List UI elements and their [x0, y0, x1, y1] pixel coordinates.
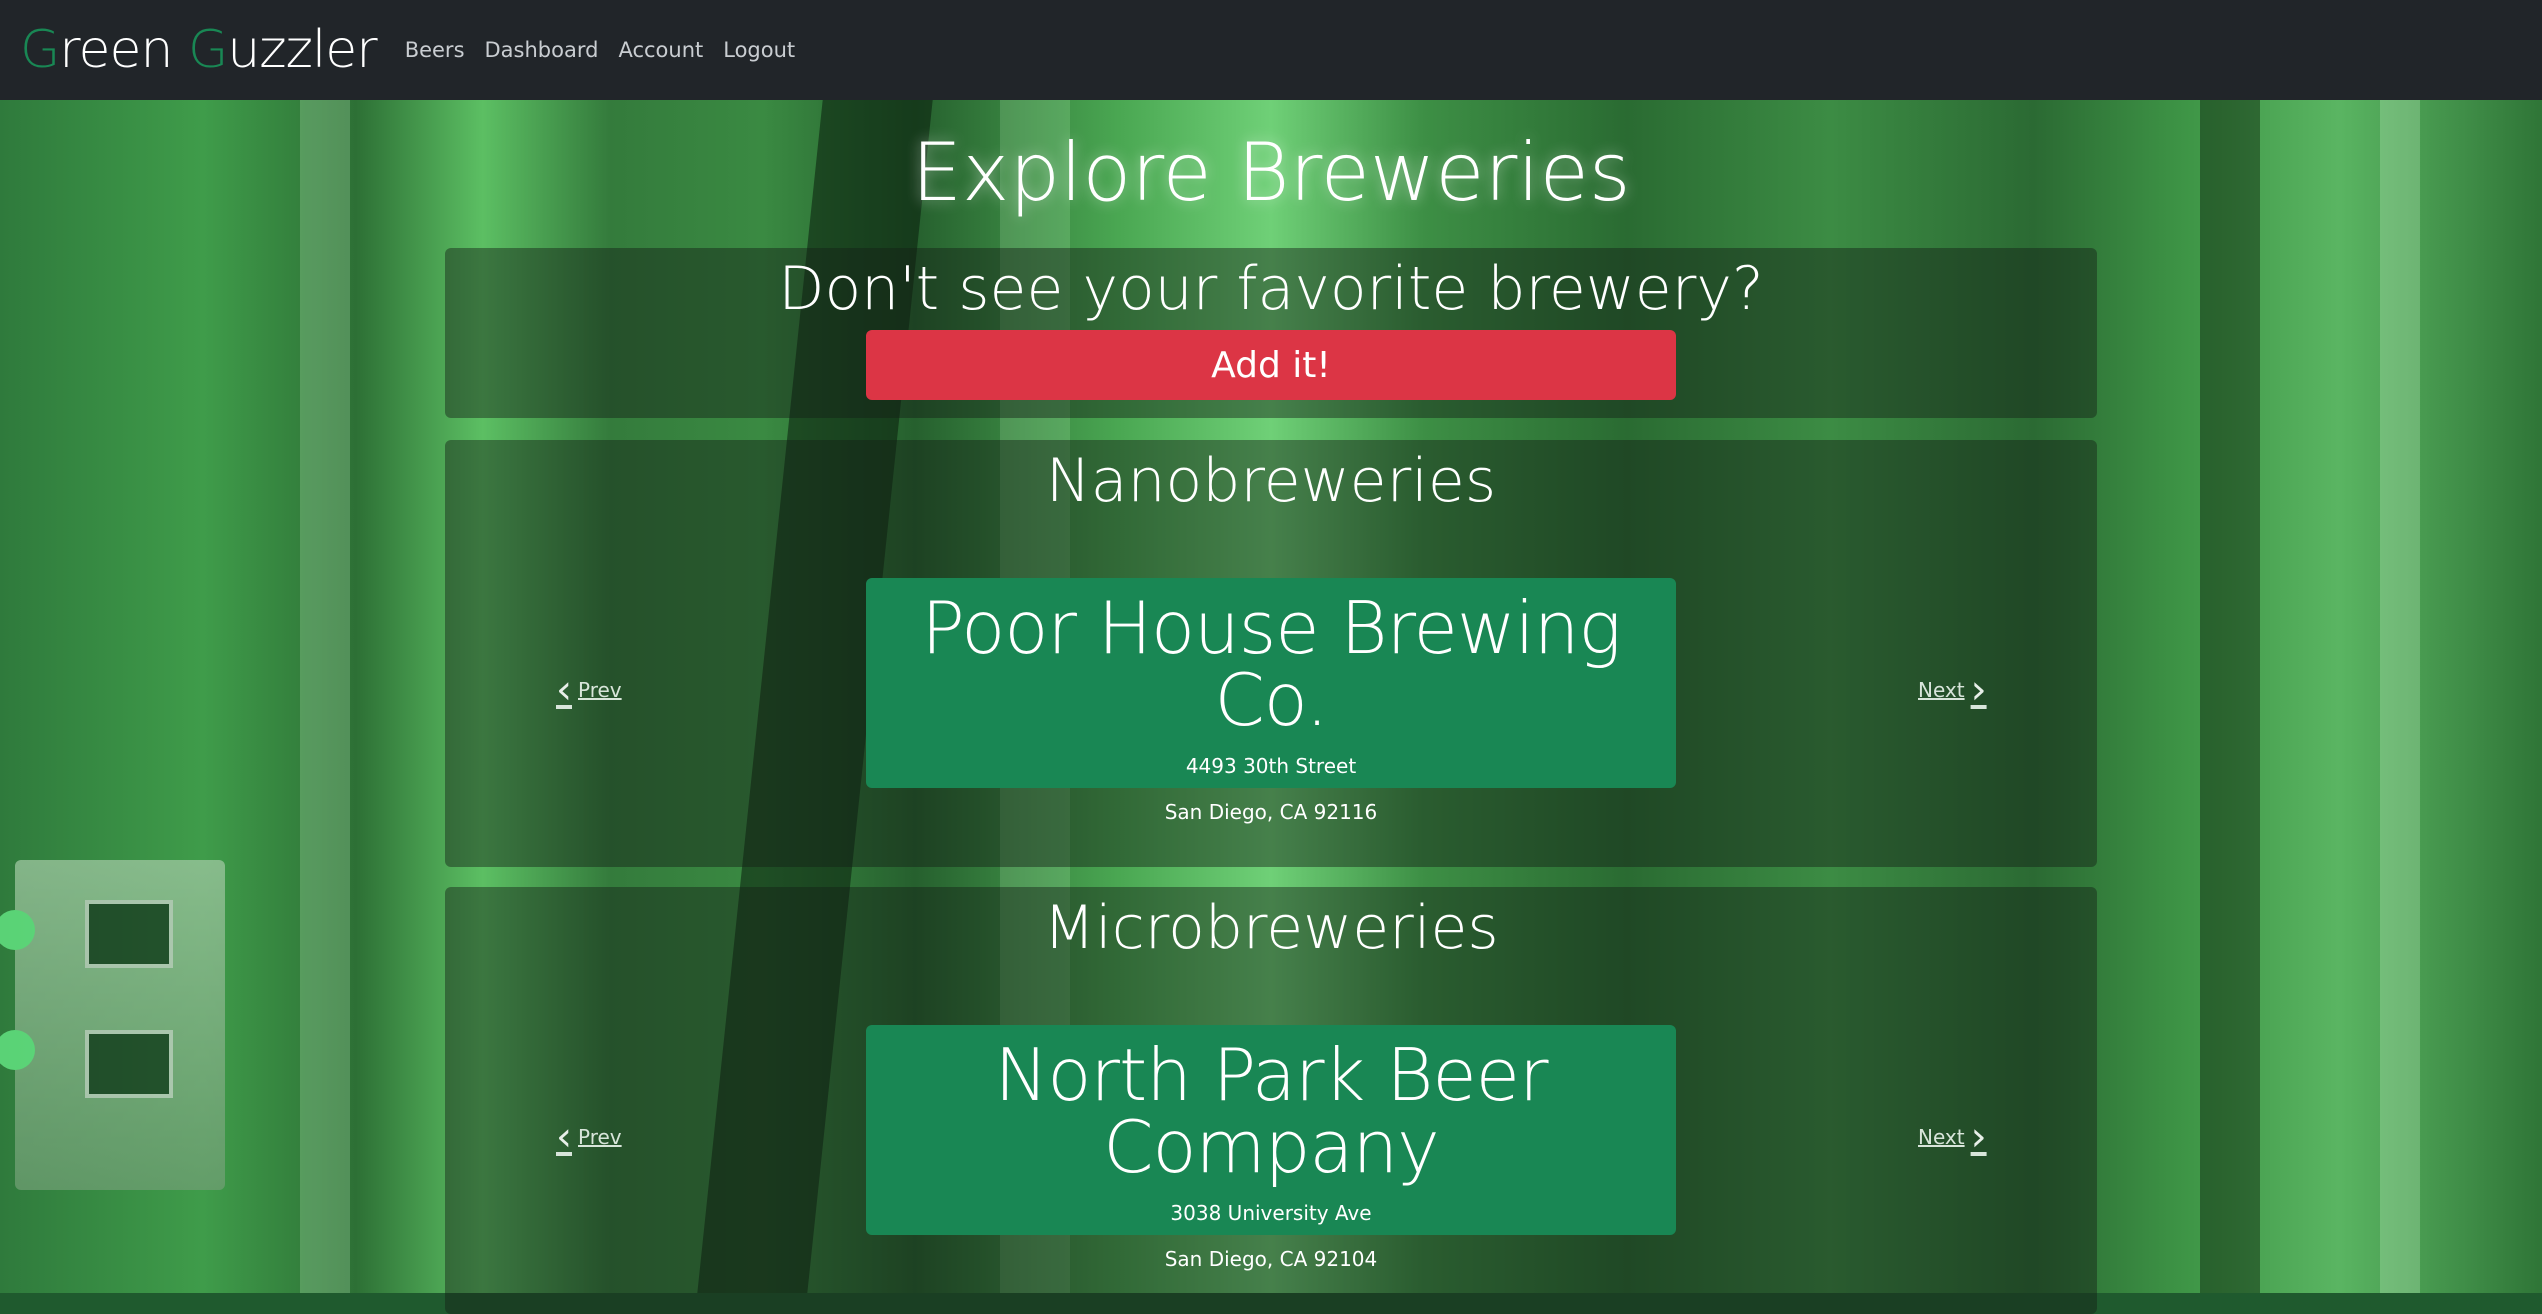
- carousel-next-button[interactable]: Next ›: [1918, 1117, 1993, 1157]
- section-title: Nanobreweries: [1045, 446, 1497, 516]
- carousel-next-button[interactable]: Next ›: [1918, 670, 1993, 710]
- cta-text: Don't see your favorite brewery?: [778, 254, 1764, 324]
- carousel-prev-button[interactable]: ‹ Prev: [550, 1117, 622, 1157]
- brand-letter-g1: G: [20, 20, 60, 80]
- nav-logout[interactable]: Logout: [723, 38, 795, 62]
- brewery-street: 4493 30th Street: [1185, 754, 1357, 778]
- page-title: Explore Breweries: [911, 126, 1631, 219]
- section-title: Microbreweries: [1043, 893, 1499, 963]
- brewery-street: 3038 University Ave: [1170, 1201, 1372, 1225]
- brand-logo[interactable]: Green Guzzler: [20, 20, 378, 80]
- chevron-right-icon: ›: [1970, 1114, 1987, 1160]
- brand-text-1: reen: [59, 20, 173, 80]
- brewery-name: North Park Beer Company: [994, 1033, 1548, 1189]
- brand-letter-g2: G: [188, 20, 228, 80]
- chevron-left-icon: ‹: [556, 1114, 572, 1160]
- add-brewery-button[interactable]: Add it!: [866, 330, 1676, 400]
- add-brewery-card: Don't see your favorite brewery? Add it!: [445, 248, 2097, 418]
- navbar: Green Guzzler Beers Dashboard Account Lo…: [0, 0, 2542, 100]
- microbreweries-section: Microbreweries ‹ Prev North Park Beer Co…: [445, 887, 2097, 1314]
- prev-label: Prev: [578, 678, 622, 702]
- main-content: Explore Breweries Don't see your favorit…: [0, 100, 2542, 1314]
- brewery-card[interactable]: Poor House Brewing Co. 4493 30th Street …: [866, 578, 1676, 822]
- carousel-prev-button[interactable]: ‹ Prev: [550, 670, 622, 710]
- brewery-card[interactable]: North Park Beer Company 3038 University …: [866, 1025, 1676, 1269]
- prev-label: Prev: [578, 1125, 622, 1149]
- next-label: Next: [1918, 678, 1965, 702]
- nanobreweries-section: Nanobreweries ‹ Prev Poor House Brewing …: [445, 440, 2097, 867]
- add-brewery-wrapper: Add it!: [866, 330, 1676, 400]
- brewery-city: San Diego, CA 92104: [1164, 1247, 1378, 1271]
- nav-dashboard[interactable]: Dashboard: [485, 38, 599, 62]
- brand-text-2: uzzler: [227, 20, 377, 80]
- nav-links: Beers Dashboard Account Logout: [405, 38, 815, 62]
- chevron-left-icon: ‹: [556, 667, 572, 713]
- nav-account[interactable]: Account: [618, 38, 703, 62]
- nav-beers[interactable]: Beers: [405, 38, 465, 62]
- next-label: Next: [1918, 1125, 1965, 1149]
- brewery-city: San Diego, CA 92116: [1164, 800, 1378, 824]
- chevron-right-icon: ›: [1970, 667, 1987, 713]
- brewery-name: Poor House Brewing Co.: [921, 586, 1621, 742]
